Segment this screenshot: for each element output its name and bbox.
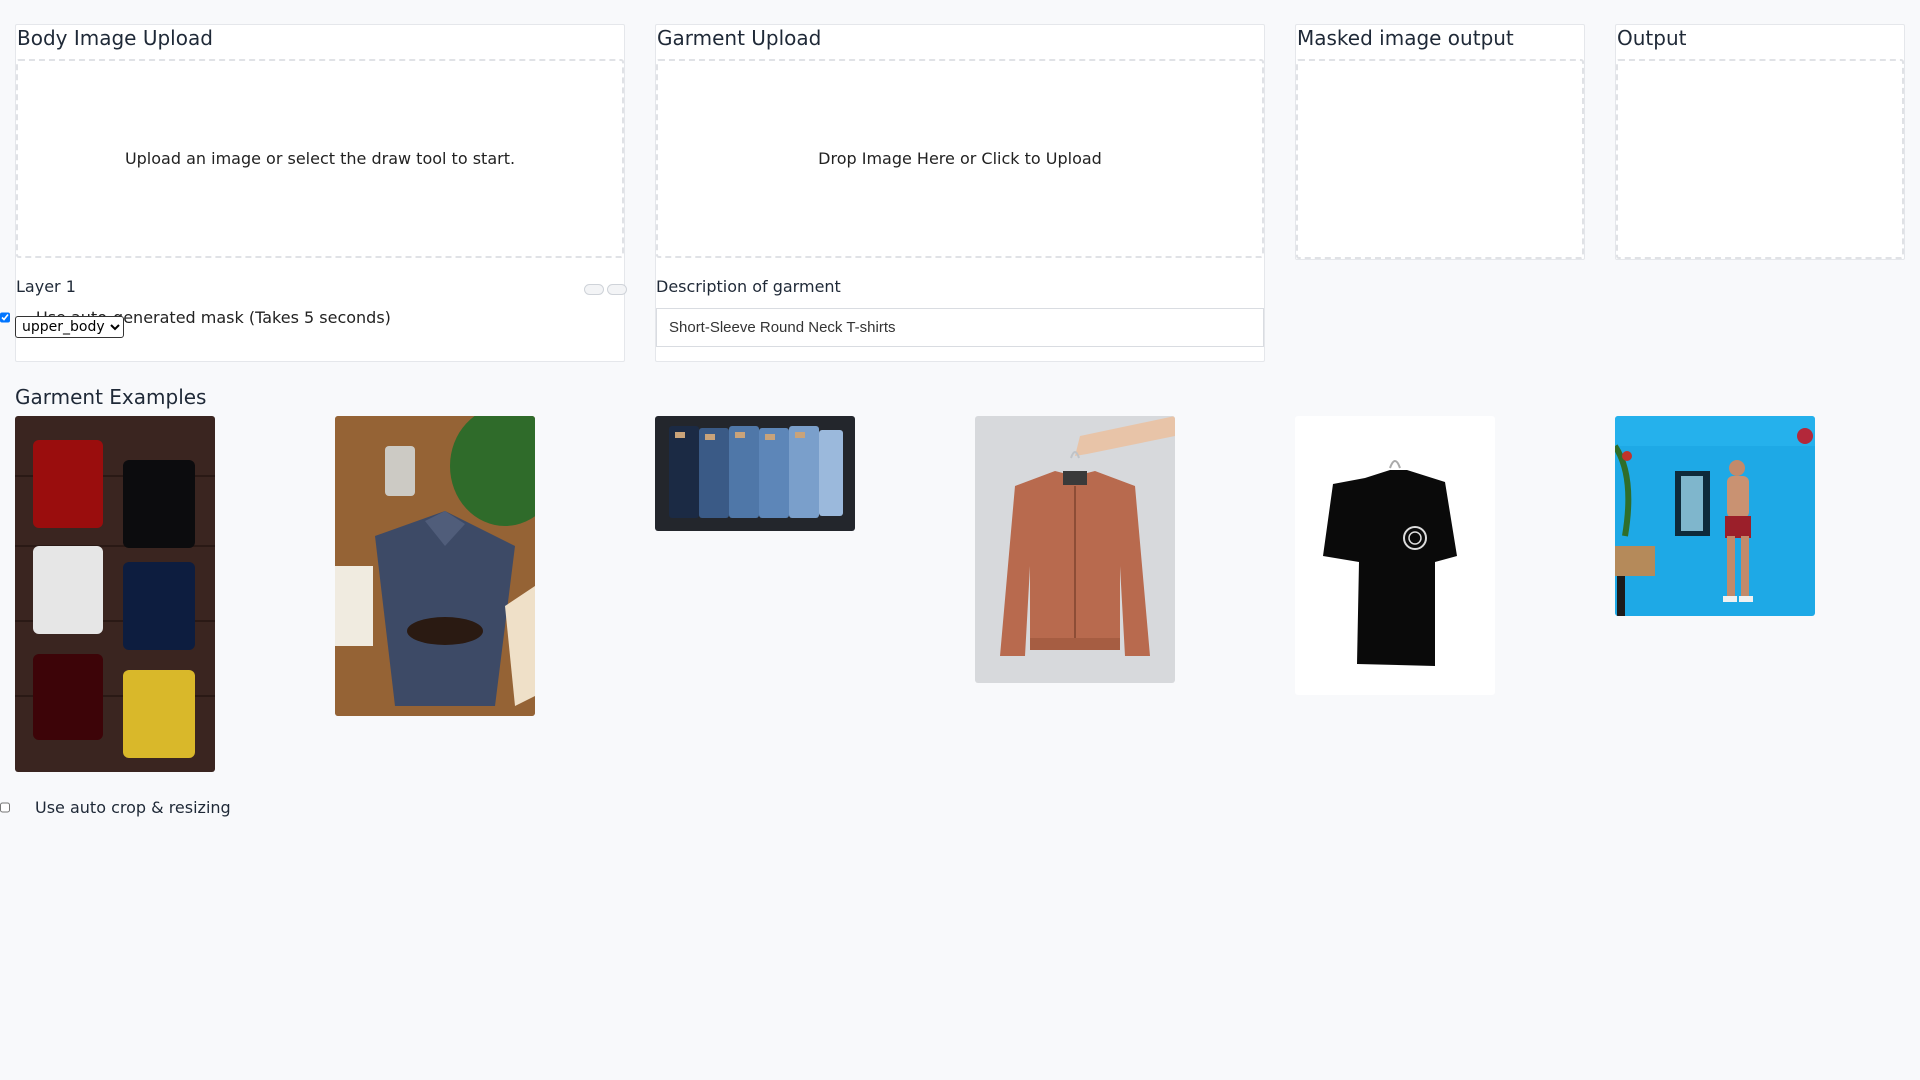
garment-dropzone-text: Drop Image Here or Click to Upload: [818, 149, 1102, 168]
example-folded-tshirts[interactable]: [15, 416, 215, 772]
body-image-title: Body Image Upload: [17, 26, 213, 50]
garment-title: Garment Upload: [657, 26, 822, 50]
garment-dropzone[interactable]: Drop Image Here or Click to Upload: [656, 59, 1264, 258]
black-tshirt-image: [1295, 416, 1495, 695]
example-denim-shirt[interactable]: [335, 416, 535, 716]
example-bomber-jacket[interactable]: [975, 416, 1175, 683]
garment-panel: Garment Upload Drop Image Here or Click …: [655, 24, 1265, 362]
auto-crop-checkbox[interactable]: [0, 801, 10, 814]
auto-crop-row: Use auto crop & resizing: [0, 798, 231, 817]
description-label: Description of garment: [656, 277, 841, 296]
example-jeans[interactable]: [655, 416, 855, 531]
output-title: Output: [1617, 26, 1687, 50]
example-man-blue-wall[interactable]: [1615, 416, 1815, 616]
body-dropzone-text: Upload an image or select the draw tool …: [124, 149, 516, 168]
auto-crop-label: Use auto crop & resizing: [35, 798, 231, 817]
masked-output-area: [1296, 59, 1584, 259]
layer-label: Layer 1: [16, 277, 76, 296]
bomber-jacket-image: [975, 416, 1175, 683]
jeans-image: [655, 416, 855, 531]
example-black-tshirt[interactable]: [1295, 416, 1495, 695]
region-select[interactable]: upper_body: [15, 316, 124, 338]
layer-toggle-2[interactable]: [607, 284, 627, 295]
denim-shirt-image: [335, 416, 535, 716]
man-blue-wall-image: [1615, 416, 1815, 616]
folded-tshirts-image: [15, 416, 215, 772]
body-image-dropzone[interactable]: Upload an image or select the draw tool …: [16, 59, 624, 258]
output-panel: Output: [1615, 24, 1905, 260]
description-input[interactable]: [656, 308, 1264, 347]
masked-output-panel: Masked image output: [1295, 24, 1585, 260]
auto-mask-checkbox[interactable]: [0, 311, 10, 324]
layer-toggle-1[interactable]: [584, 284, 604, 295]
garment-examples-title: Garment Examples: [15, 385, 207, 409]
output-area: [1616, 59, 1904, 259]
masked-output-title: Masked image output: [1297, 26, 1514, 50]
